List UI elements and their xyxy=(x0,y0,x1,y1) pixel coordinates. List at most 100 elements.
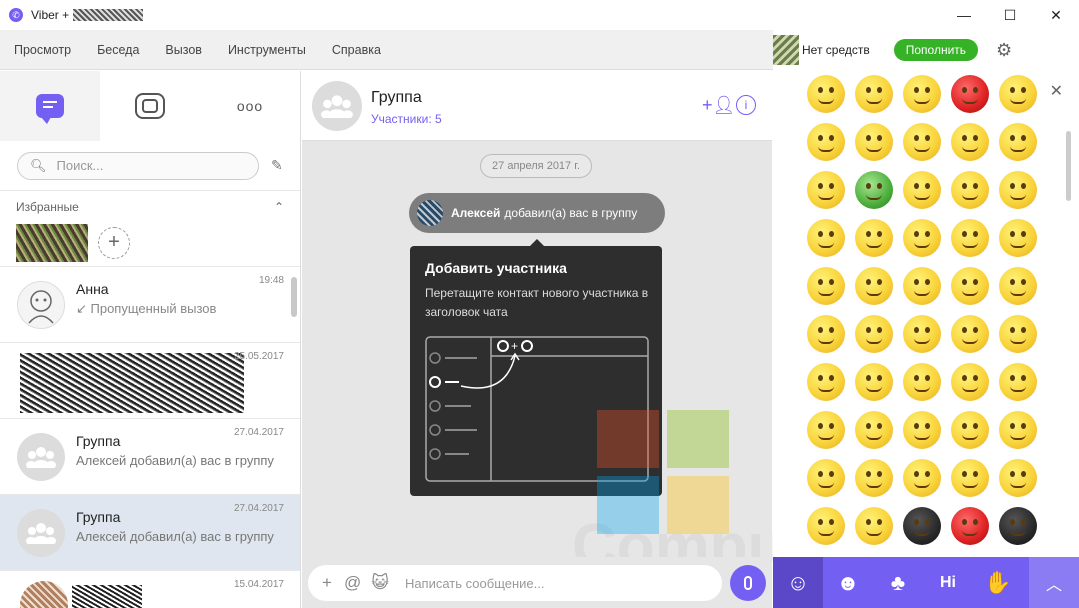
menu-help[interactable]: Справка xyxy=(332,43,381,57)
emoji-button[interactable] xyxy=(807,507,845,545)
emoji-button[interactable] xyxy=(807,75,845,113)
emoji-button[interactable] xyxy=(999,411,1037,449)
emoji-button[interactable] xyxy=(903,267,941,305)
maximize-button[interactable]: ☐ xyxy=(987,0,1033,30)
emoji-button[interactable] xyxy=(903,459,941,497)
emoji-button[interactable] xyxy=(855,123,893,161)
emoji-button[interactable] xyxy=(951,459,989,497)
plus-icon[interactable]: + xyxy=(322,573,332,593)
emoji-button[interactable] xyxy=(855,315,893,353)
collapse-icon[interactable]: ︿ xyxy=(1029,557,1079,608)
emoji-button[interactable] xyxy=(855,267,893,305)
emoji-button[interactable] xyxy=(999,219,1037,257)
emoji-button[interactable] xyxy=(999,267,1037,305)
emoji-button[interactable] xyxy=(951,123,989,161)
emoji-button[interactable] xyxy=(807,123,845,161)
microphone-icon[interactable] xyxy=(730,565,766,601)
emoji-button[interactable] xyxy=(903,219,941,257)
emoji-button[interactable] xyxy=(807,363,845,401)
chat-last-message: Алексей добавил(а) вас в группу xyxy=(76,529,274,544)
menu-call[interactable]: Вызов xyxy=(165,43,202,57)
compose-icon[interactable]: ✎ xyxy=(271,157,283,174)
emoji-button[interactable] xyxy=(951,411,989,449)
close-button[interactable]: ✕ xyxy=(1033,0,1079,30)
conversation-header[interactable]: Группа Участники: 5 +👤︎ i xyxy=(302,71,772,141)
chat-item-group-selected[interactable]: Группа Алексей добавил(а) вас в группу 2… xyxy=(0,495,300,571)
emoji-button[interactable] xyxy=(903,363,941,401)
sticker-icon[interactable]: 😺︎ xyxy=(371,573,389,593)
emoji-button[interactable] xyxy=(807,459,845,497)
emoji-button[interactable] xyxy=(951,315,989,353)
emoji-button[interactable] xyxy=(855,411,893,449)
menu-conversation[interactable]: Беседа xyxy=(97,43,139,57)
emoji-button[interactable] xyxy=(999,315,1037,353)
emoji-button[interactable] xyxy=(999,507,1037,545)
chat-item-partial[interactable]: 15.04.2017 xyxy=(0,571,300,608)
tab-chats[interactable] xyxy=(0,71,100,141)
emoji-button[interactable] xyxy=(951,75,989,113)
emoji-button[interactable] xyxy=(903,315,941,353)
user-avatar[interactable] xyxy=(773,35,799,65)
emoji-button[interactable] xyxy=(855,507,893,545)
search-input[interactable]: 🔍︎ Поиск... xyxy=(17,151,259,180)
system-actor: Алексей xyxy=(451,206,501,220)
emoji-button[interactable] xyxy=(903,411,941,449)
chat-list-scrollbar[interactable] xyxy=(291,277,297,317)
menu-view[interactable]: Просмотр xyxy=(14,43,71,57)
add-participant-icon[interactable]: +👤︎ xyxy=(702,95,735,116)
hand-icon[interactable]: ✋ xyxy=(973,557,1023,608)
emoji-button[interactable] xyxy=(807,219,845,257)
emoji-button[interactable] xyxy=(903,507,941,545)
character-icon[interactable]: ☻ xyxy=(823,557,873,608)
emoji-button[interactable] xyxy=(855,171,893,209)
emoji-button[interactable] xyxy=(999,363,1037,401)
at-icon[interactable]: @ xyxy=(344,573,361,593)
chat-item-group[interactable]: Группа Алексей добавил(а) вас в группу 2… xyxy=(0,419,300,495)
tab-public-accounts[interactable] xyxy=(100,71,200,141)
emoji-button[interactable] xyxy=(951,219,989,257)
message-input[interactable]: + @ 😺︎ Написать сообщение... xyxy=(308,565,722,601)
smiley-icon[interactable]: ☺ xyxy=(773,557,823,608)
emoji-button[interactable] xyxy=(807,267,845,305)
emoji-button[interactable] xyxy=(903,75,941,113)
emoji-button[interactable] xyxy=(855,75,893,113)
topup-button[interactable]: Пополнить xyxy=(893,39,979,61)
participants-count[interactable]: Участники: 5 xyxy=(371,112,442,126)
close-emoji-panel-icon[interactable]: ✕ xyxy=(1050,81,1063,101)
emoji-button[interactable] xyxy=(903,123,941,161)
tab-more[interactable]: ooo xyxy=(200,71,300,141)
emoji-button[interactable] xyxy=(999,123,1037,161)
creature-icon[interactable]: ♣ xyxy=(873,557,923,608)
window-title: Viber + xyxy=(31,8,70,22)
add-favorite-button[interactable]: + xyxy=(98,226,130,259)
hi-icon[interactable]: Hi xyxy=(923,557,973,608)
emoji-button[interactable] xyxy=(951,171,989,209)
group-avatar xyxy=(17,433,65,481)
favorite-contact-avatar[interactable] xyxy=(16,223,88,262)
emoji-button[interactable] xyxy=(855,219,893,257)
gear-icon[interactable]: ⚙ xyxy=(996,40,1012,61)
emoji-button[interactable] xyxy=(855,363,893,401)
drag-illustration-icon: + xyxy=(425,336,649,482)
emoji-button[interactable] xyxy=(999,171,1037,209)
emoji-button[interactable] xyxy=(999,75,1037,113)
emoji-button[interactable] xyxy=(999,459,1037,497)
emoji-scrollbar[interactable] xyxy=(1066,131,1071,201)
group-icon xyxy=(321,95,353,118)
chevron-up-icon[interactable]: ⌃ xyxy=(274,200,284,214)
chat-time: 25.05.2017 xyxy=(233,351,284,362)
menu-tools[interactable]: Инструменты xyxy=(228,43,306,57)
emoji-button[interactable] xyxy=(951,267,989,305)
emoji-button[interactable] xyxy=(807,315,845,353)
more-icon: ooo xyxy=(236,98,264,114)
emoji-button[interactable] xyxy=(807,411,845,449)
chat-item-redacted[interactable]: 25.05.2017 xyxy=(0,343,300,419)
emoji-button[interactable] xyxy=(807,171,845,209)
emoji-button[interactable] xyxy=(951,363,989,401)
minimize-button[interactable]: — xyxy=(941,0,987,30)
emoji-button[interactable] xyxy=(903,171,941,209)
info-icon[interactable]: i xyxy=(736,95,756,115)
emoji-button[interactable] xyxy=(951,507,989,545)
emoji-button[interactable] xyxy=(855,459,893,497)
chat-item-anna[interactable]: Анна ↙ Пропущенный вызов 19:48 xyxy=(0,267,300,343)
